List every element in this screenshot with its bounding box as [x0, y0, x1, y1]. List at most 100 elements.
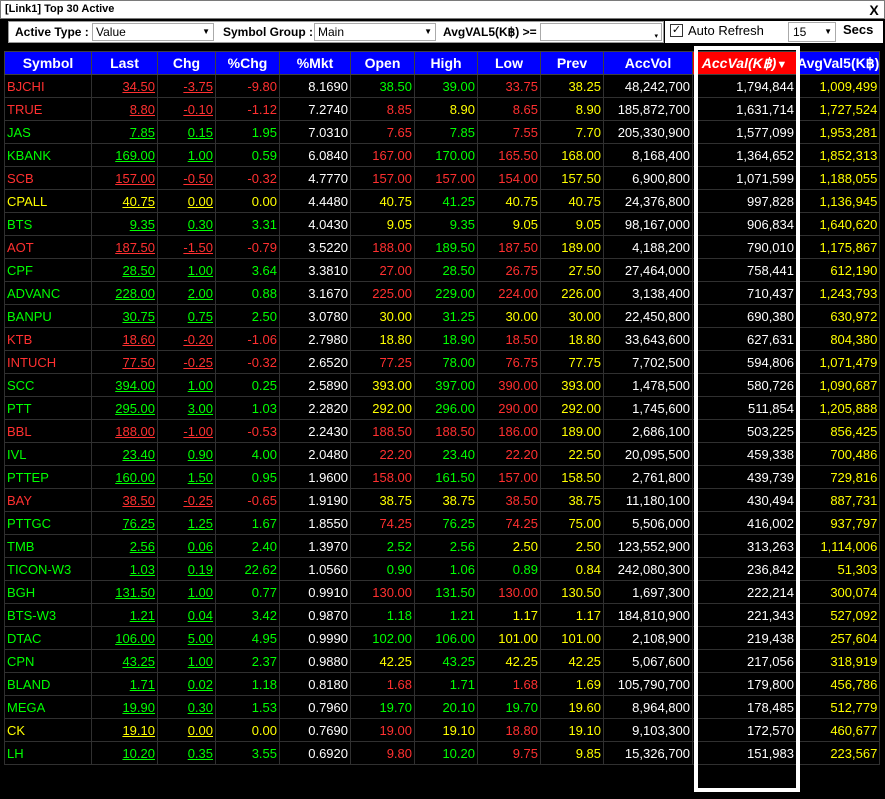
cell-chg[interactable]: 0.02 — [157, 672, 216, 696]
table-row[interactable]: IVL 23.40 0.90 4.00 2.0480 22.20 23.40 22.20 22.… — [4, 442, 881, 466]
table-row[interactable]: AOT 187.50 -1.50 -0.79 3.5220 188.00 189.50 187… — [4, 235, 881, 259]
spinner-icon[interactable]: ▾ — [654, 29, 658, 45]
cell-chg[interactable]: 0.06 — [157, 534, 216, 558]
cell-chg[interactable]: 1.25 — [157, 511, 216, 535]
table-row[interactable]: BAY 38.50 -0.25 -0.65 1.9190 38.75 38.75 38.50 3… — [4, 488, 881, 512]
cell-last[interactable]: 9.35 — [91, 212, 158, 236]
column-header-open[interactable]: Open — [350, 51, 415, 75]
table-row[interactable]: MEGA 19.90 0.30 1.53 0.7960 19.70 20.10 19.70 19… — [4, 695, 881, 719]
column-header-last[interactable]: Last — [91, 51, 158, 75]
table-row[interactable]: PTTEP 160.00 1.50 0.95 1.9600 158.00 161.50 157… — [4, 465, 881, 489]
column-header-accval[interactable]: AccVal(K฿)▼ — [692, 51, 797, 75]
cell-symbol[interactable]: DTAC — [4, 626, 92, 650]
table-row[interactable]: KTB 18.60 -0.20 -1.06 2.7980 18.80 18.90 18.50 1… — [4, 327, 881, 351]
cell-chg[interactable]: 0.00 — [157, 718, 216, 742]
cell-symbol[interactable]: KTB — [4, 327, 92, 351]
cell-last[interactable]: 169.00 — [91, 143, 158, 167]
cell-symbol[interactable]: PTT — [4, 396, 92, 420]
table-row[interactable]: SCC 394.00 1.00 0.25 2.5890 393.00 397.00 390.0… — [4, 373, 881, 397]
cell-symbol[interactable]: TICON-W3 — [4, 557, 92, 581]
cell-symbol[interactable]: CPF — [4, 258, 92, 282]
column-header-prev[interactable]: Prev — [540, 51, 604, 75]
cell-chg[interactable]: -1.00 — [157, 419, 216, 443]
table-row[interactable]: PTTGC 76.25 1.25 1.67 1.8550 74.25 76.25 74.25 7… — [4, 511, 881, 535]
cell-symbol[interactable]: MEGA — [4, 695, 92, 719]
cell-chg[interactable]: 0.19 — [157, 557, 216, 581]
cell-symbol[interactable]: BLAND — [4, 672, 92, 696]
cell-symbol[interactable]: BTS — [4, 212, 92, 236]
cell-last[interactable]: 77.50 — [91, 350, 158, 374]
cell-last[interactable]: 28.50 — [91, 258, 158, 282]
table-row[interactable]: JAS 7.85 0.15 1.95 7.0310 7.65 7.85 7.55 7.70 205… — [4, 120, 881, 144]
cell-symbol[interactable]: TMB — [4, 534, 92, 558]
cell-symbol[interactable]: CK — [4, 718, 92, 742]
column-header-symbol[interactable]: Symbol — [4, 51, 92, 75]
cell-chg[interactable]: 1.00 — [157, 143, 216, 167]
table-row[interactable]: LH 10.20 0.35 3.55 0.6920 9.80 10.20 9.75 9.85 15… — [4, 741, 881, 765]
cell-symbol[interactable]: BTS-W3 — [4, 603, 92, 627]
cell-last[interactable]: 76.25 — [91, 511, 158, 535]
cell-symbol[interactable]: AOT — [4, 235, 92, 259]
cell-chg[interactable]: -0.25 — [157, 488, 216, 512]
cell-last[interactable]: 295.00 — [91, 396, 158, 420]
close-button[interactable]: X — [866, 2, 882, 18]
table-row[interactable]: SCB 157.00 -0.50 -0.32 4.7770 157.00 157.00 154… — [4, 166, 881, 190]
cell-chg[interactable]: -0.10 — [157, 97, 216, 121]
table-row[interactable]: CPN 43.25 1.00 2.37 0.9880 42.25 43.25 42.25 42.… — [4, 649, 881, 673]
table-row[interactable]: TICON-W3 1.03 0.19 22.62 1.0560 0.90 1.06 0.89 0… — [4, 557, 881, 581]
cell-chg[interactable]: 3.00 — [157, 396, 216, 420]
cell-last[interactable]: 394.00 — [91, 373, 158, 397]
table-row[interactable]: DTAC 106.00 5.00 4.95 0.9990 102.00 106.00 101.… — [4, 626, 881, 650]
cell-chg[interactable]: 1.00 — [157, 580, 216, 604]
cell-last[interactable]: 8.80 — [91, 97, 158, 121]
cell-last[interactable]: 34.50 — [91, 74, 158, 98]
cell-last[interactable]: 38.50 — [91, 488, 158, 512]
table-row[interactable]: PTT 295.00 3.00 1.03 2.2820 292.00 296.00 290.0… — [4, 396, 881, 420]
cell-symbol[interactable]: CPALL — [4, 189, 92, 213]
cell-last[interactable]: 19.90 — [91, 695, 158, 719]
active-type-select[interactable]: Value ▼ — [92, 23, 214, 41]
cell-chg[interactable]: 1.50 — [157, 465, 216, 489]
cell-last[interactable]: 30.75 — [91, 304, 158, 328]
cell-chg[interactable]: 0.75 — [157, 304, 216, 328]
table-row[interactable]: BTS 9.35 0.30 3.31 4.0430 9.05 9.35 9.05 9.05 98,… — [4, 212, 881, 236]
cell-symbol[interactable]: CPN — [4, 649, 92, 673]
cell-last[interactable]: 187.50 — [91, 235, 158, 259]
cell-chg[interactable]: 0.35 — [157, 741, 216, 765]
table-row[interactable]: KBANK 169.00 1.00 0.59 6.0840 167.00 170.00 165… — [4, 143, 881, 167]
cell-chg[interactable]: 1.00 — [157, 258, 216, 282]
cell-chg[interactable]: -3.75 — [157, 74, 216, 98]
cell-symbol[interactable]: ADVANC — [4, 281, 92, 305]
cell-last[interactable]: 188.00 — [91, 419, 158, 443]
cell-last[interactable]: 19.10 — [91, 718, 158, 742]
cell-symbol[interactable]: JAS — [4, 120, 92, 144]
table-row[interactable]: BJCHI 34.50 -3.75 -9.80 8.1690 38.50 39.00 33.7… — [4, 74, 881, 98]
cell-last[interactable]: 1.03 — [91, 557, 158, 581]
column-header-avgval[interactable]: AvgVal5(K฿) — [795, 51, 881, 75]
cell-last[interactable]: 40.75 — [91, 189, 158, 213]
cell-chg[interactable]: -0.25 — [157, 350, 216, 374]
table-row[interactable]: TMB 2.56 0.06 2.40 1.3970 2.52 2.56 2.50 2.50 123… — [4, 534, 881, 558]
cell-chg[interactable]: -1.50 — [157, 235, 216, 259]
cell-symbol[interactable]: PTTGC — [4, 511, 92, 535]
cell-symbol[interactable]: BBL — [4, 419, 92, 443]
cell-last[interactable]: 228.00 — [91, 281, 158, 305]
cell-symbol[interactable]: BGH — [4, 580, 92, 604]
cell-chg[interactable]: 0.15 — [157, 120, 216, 144]
cell-last[interactable]: 43.25 — [91, 649, 158, 673]
cell-chg[interactable]: 0.04 — [157, 603, 216, 627]
cell-last[interactable]: 157.00 — [91, 166, 158, 190]
table-row[interactable]: BTS-W3 1.21 0.04 3.42 0.9870 1.18 1.21 1.17 1.17… — [4, 603, 881, 627]
table-row[interactable]: BANPU 30.75 0.75 2.50 3.0780 30.00 31.25 30.00 3… — [4, 304, 881, 328]
cell-chg[interactable]: 1.00 — [157, 373, 216, 397]
cell-symbol[interactable]: INTUCH — [4, 350, 92, 374]
cell-last[interactable]: 131.50 — [91, 580, 158, 604]
cell-chg[interactable]: 0.00 — [157, 189, 216, 213]
refresh-interval-select[interactable]: 15 ▼ — [788, 22, 836, 42]
cell-chg[interactable]: -0.20 — [157, 327, 216, 351]
cell-last[interactable]: 1.21 — [91, 603, 158, 627]
column-header-high[interactable]: High — [414, 51, 478, 75]
column-header-low[interactable]: Low — [477, 51, 541, 75]
column-header-accvol[interactable]: AccVol — [603, 51, 693, 75]
cell-symbol[interactable]: BANPU — [4, 304, 92, 328]
